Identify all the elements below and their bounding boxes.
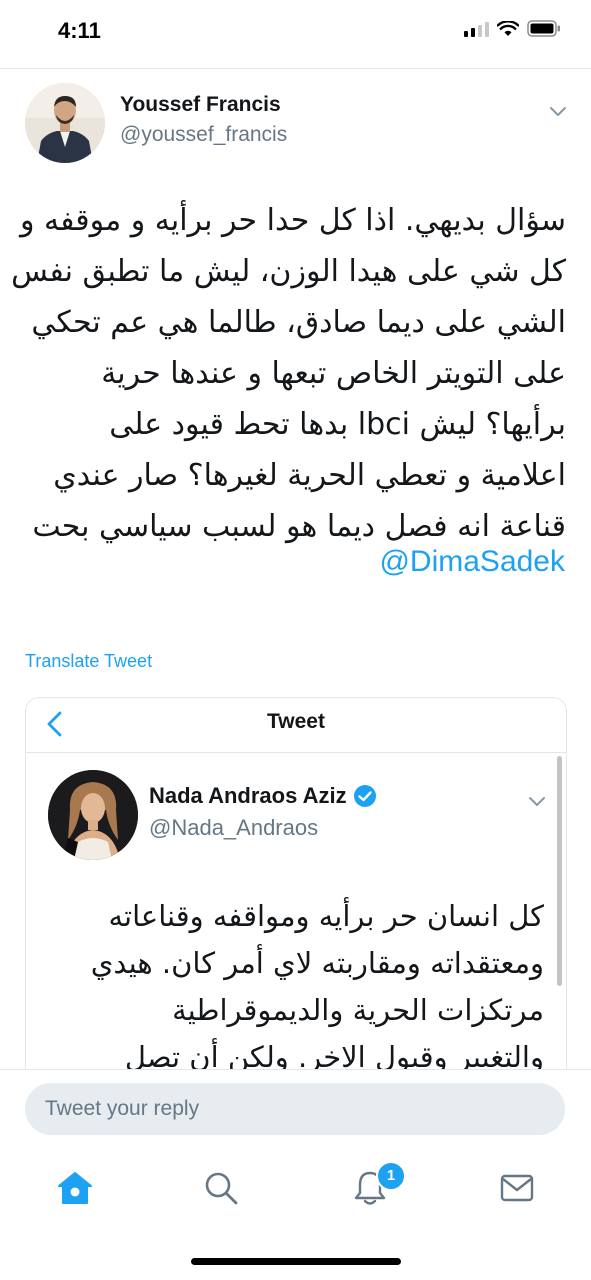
tweet-body: سؤال بديهي. اذا كل حدا حر برأيه و موقفه … [11,195,566,552]
quoted-tweet-header: Tweet [26,698,566,753]
tab-home[interactable] [55,1168,95,1208]
tab-messages[interactable] [497,1168,537,1208]
quoted-line: والتغيير وقبول الاخر. ولكن أن تصل [124,1040,544,1070]
content-divider [0,1069,591,1070]
avatar[interactable] [25,83,105,163]
translate-tweet-link[interactable]: Translate Tweet [25,651,152,672]
chevron-down-icon[interactable] [547,100,569,122]
quoted-author-name[interactable]: Nada Andraos Aziz [149,783,377,809]
signal-icon [464,21,489,37]
quoted-chevron-down-icon[interactable] [526,790,548,812]
quoted-author-handle[interactable]: @Nada_Andraos [149,815,318,841]
quoted-header-title: Tweet [267,710,325,733]
header-divider [0,68,591,69]
quoted-author-name-text: Nada Andraos Aziz [149,783,347,808]
author-name[interactable]: Youssef Francis [120,93,281,117]
wifi-icon [497,20,519,36]
quoted-tweet-card[interactable]: Tweet Nada Andraos Aziz @Nada_Andraos كل… [25,697,567,1070]
tweet-line: برأيها؟ ليش lbci بدها تحط قيود على [109,407,566,442]
quoted-avatar[interactable] [48,770,138,860]
tweet-line: على التويتر الخاص تبعها و عندها حرية [101,356,566,391]
battery-icon [527,20,560,37]
tweet-line: الشي على ديما صادق، طالما هي عم تحكي [31,305,566,340]
status-icons [464,20,561,37]
tab-search[interactable] [201,1168,241,1208]
tweet-line: كل شي على هيدا الوزن، ليش ما تطبق نفس [11,254,566,289]
scrollbar[interactable] [557,756,562,986]
status-bar: 4:11 [0,0,591,66]
status-time: 4:11 [58,18,101,43]
messages-icon [500,1174,534,1202]
author-handle[interactable]: @youssef_francis [120,123,287,147]
quoted-line: ومعتقداته ومقاربته لاي أمر كان. هيدي [90,946,544,980]
search-icon [205,1172,238,1205]
mention-link[interactable]: @DimaSadek [379,545,565,579]
tweet-line: اعلامية و تعطي الحرية لغيرها؟ صار عندي [53,458,566,493]
verified-badge-icon [353,785,376,807]
reply-input[interactable] [45,1083,545,1135]
quoted-line: مرتكزات الحرية والديموقراطية [172,993,544,1027]
notification-badge: 1 [376,1161,406,1191]
tweet-line: سؤال بديهي. اذا كل حدا حر برأيه و موقفه … [20,203,566,238]
home-indicator[interactable] [191,1258,401,1265]
home-icon [58,1172,92,1204]
quoted-line: كل انسان حر برأيه ومواقفه وقناعاته [108,899,544,933]
reply-box[interactable] [25,1083,565,1135]
quoted-tweet-body: كل انسان حر برأيه ومواقفه وقناعاته ومعتق… [36,893,544,1070]
